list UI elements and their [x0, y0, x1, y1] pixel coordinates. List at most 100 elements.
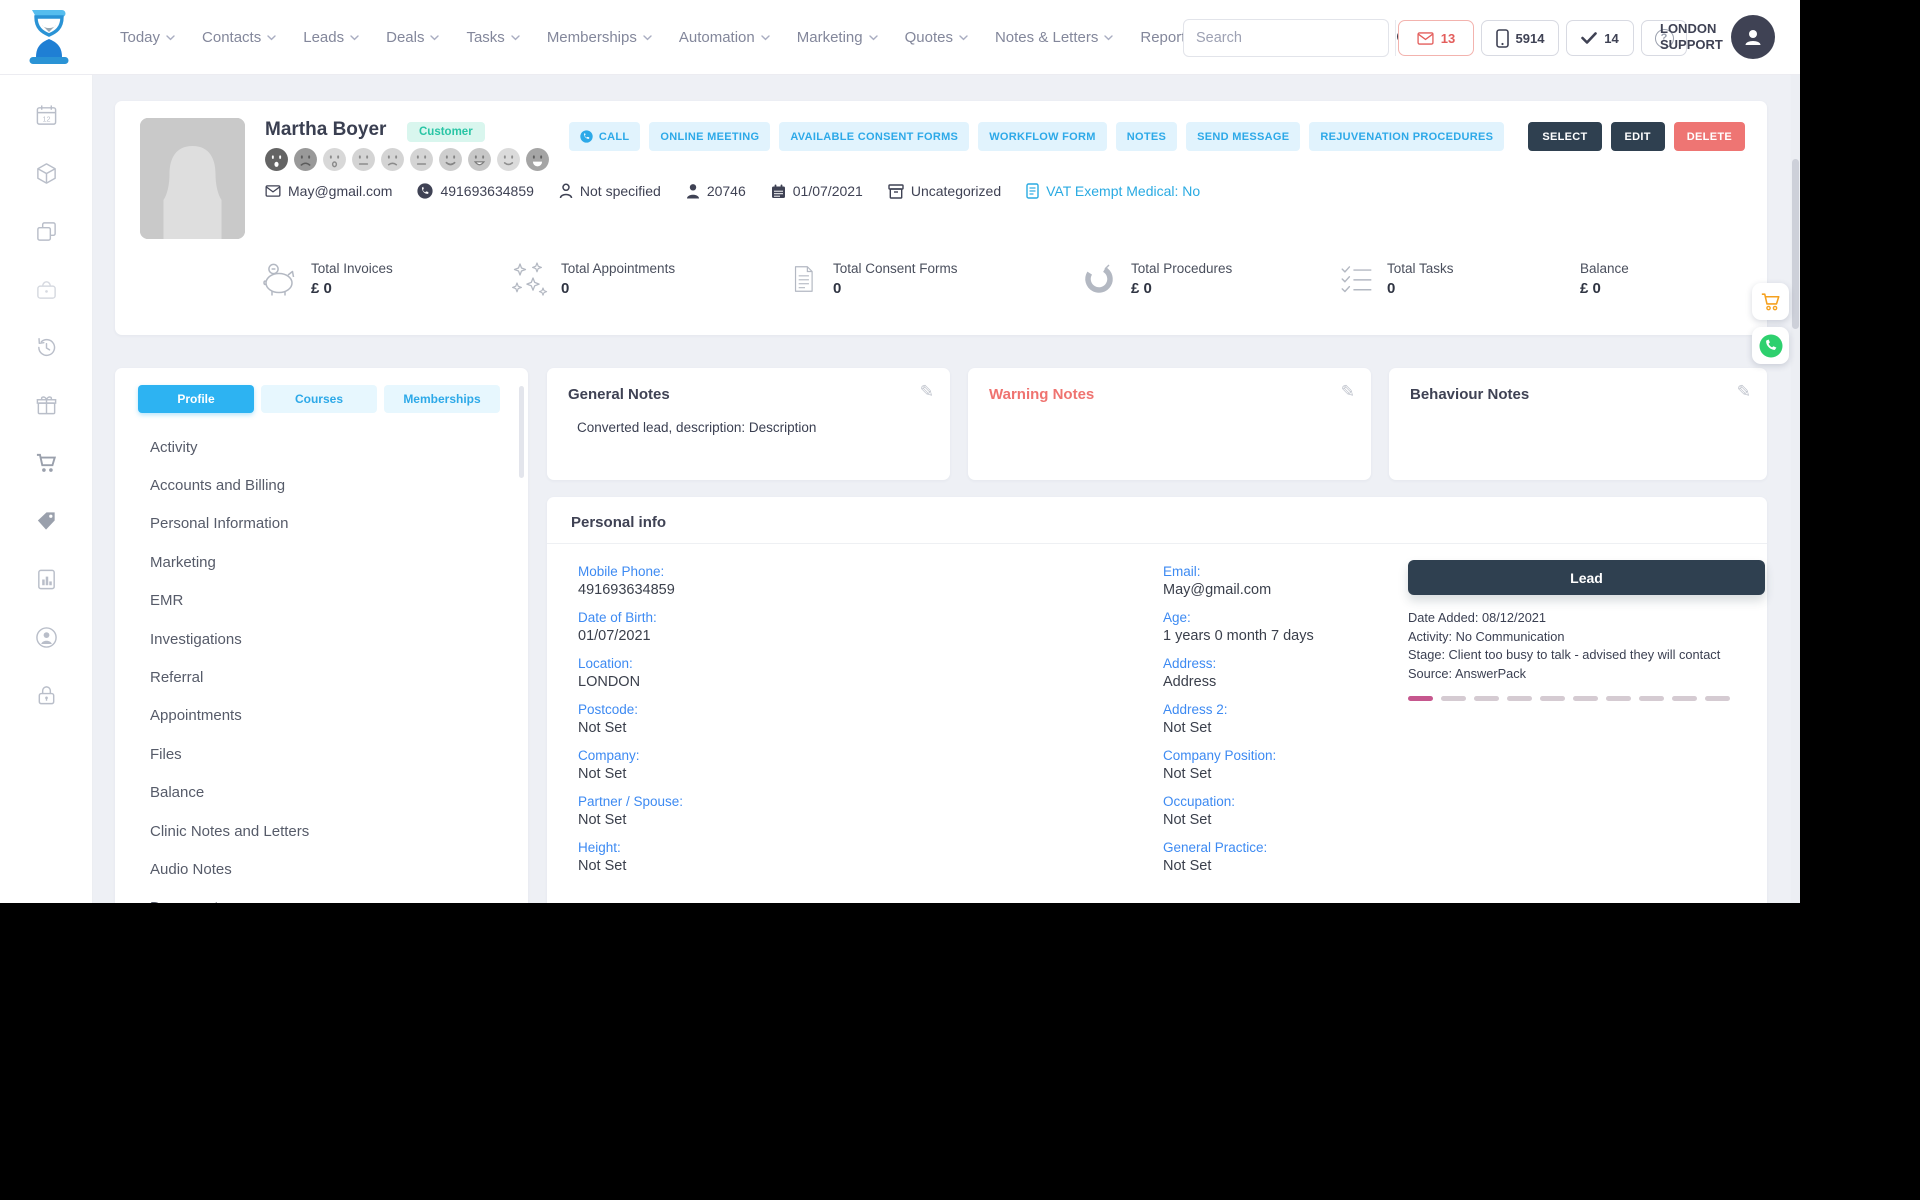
tab-courses[interactable]: Courses: [261, 385, 377, 413]
basket-icon[interactable]: [34, 277, 58, 301]
sidebar-item-balance[interactable]: Balance: [150, 774, 508, 812]
rejuvenation-procedures-button[interactable]: REJUVENATION PROCEDURES: [1309, 122, 1505, 151]
profile-header-card: Martha Boyer Customer May@gmail.com 4916…: [115, 101, 1767, 335]
delete-button[interactable]: DELETE: [1673, 122, 1745, 151]
edit-pencil-icon[interactable]: ✎: [1341, 382, 1355, 402]
stage-dash[interactable]: [1507, 696, 1532, 701]
edit-pencil-icon[interactable]: ✎: [1737, 382, 1751, 402]
lead-button[interactable]: Lead: [1408, 560, 1765, 595]
client-photo[interactable]: [140, 118, 245, 239]
calendar-icon[interactable]: 12: [34, 103, 58, 127]
cart-floating-button[interactable]: [1752, 283, 1789, 320]
nav-item-notes-letters[interactable]: Notes & Letters: [995, 29, 1114, 46]
whatsapp-floating-button[interactable]: [1752, 327, 1789, 364]
select-button[interactable]: SELECT: [1528, 122, 1602, 151]
page-scrollbar[interactable]: [1791, 75, 1800, 903]
stars-icon: [512, 262, 548, 296]
sidebar-item-accounts-billing[interactable]: Accounts and Billing: [150, 466, 508, 504]
mood-face-wailing[interactable]: [264, 147, 289, 172]
call-button[interactable]: CALL: [568, 122, 641, 151]
report-icon[interactable]: [34, 567, 58, 591]
field-partner-spouse: Partner / Spouse: Not Set: [578, 794, 684, 828]
stage-dash[interactable]: [1606, 696, 1631, 701]
stage-dash[interactable]: [1705, 696, 1730, 701]
sidebar-item-clinic-notes-letters[interactable]: Clinic Notes and Letters: [150, 812, 508, 850]
edit-button[interactable]: EDIT: [1610, 122, 1665, 151]
sidebar-item-emr[interactable]: EMR: [150, 582, 508, 620]
sidebar-item-activity[interactable]: Activity: [150, 428, 508, 466]
available-consent-forms-button[interactable]: AVAILABLE CONSENT FORMS: [779, 122, 970, 151]
sidebar-scrollbar[interactable]: [519, 386, 524, 478]
field-occupation: Occupation: Not Set: [1163, 794, 1236, 828]
mood-face-slight-frown[interactable]: [380, 147, 405, 172]
profile-sections-card: Profile Courses Memberships Activity Acc…: [115, 368, 528, 903]
copy-icon[interactable]: [34, 219, 58, 243]
user-avatar[interactable]: [1731, 15, 1775, 59]
mood-face-open-smile[interactable]: [467, 147, 492, 172]
sidebar-item-audio-notes[interactable]: Audio Notes: [150, 850, 508, 888]
stage-dash[interactable]: [1573, 696, 1598, 701]
history-icon[interactable]: [34, 335, 58, 359]
nav-item-tasks[interactable]: Tasks: [466, 29, 520, 46]
workflow-form-button[interactable]: WORKFLOW FORM: [978, 122, 1107, 151]
app-logo-icon[interactable]: [26, 8, 72, 66]
stage-dash[interactable]: [1474, 696, 1499, 701]
sidebar-item-personal-information[interactable]: Personal Information: [150, 505, 508, 543]
contact-date: 01/07/2021: [771, 183, 863, 199]
sidebar-item-referral[interactable]: Referral: [150, 658, 508, 696]
lock-icon[interactable]: [34, 683, 58, 707]
mood-face-sad[interactable]: [293, 147, 318, 172]
stage-dash[interactable]: [1408, 696, 1433, 701]
envelope-icon: [265, 185, 281, 197]
general-notes-title: General Notes: [568, 386, 670, 403]
package-icon[interactable]: [34, 161, 58, 185]
nav-item-contacts[interactable]: Contacts: [202, 29, 276, 46]
stage-dash[interactable]: [1672, 696, 1697, 701]
sidebar-item-documents[interactable]: Documents: [150, 889, 508, 903]
nav-item-deals[interactable]: Deals: [386, 29, 440, 46]
tag-icon[interactable]: [34, 509, 58, 533]
calendar-icon: [771, 184, 785, 198]
mood-face-slight-smile[interactable]: [438, 147, 463, 172]
sidebar-item-investigations[interactable]: Investigations: [150, 620, 508, 658]
sidebar-item-marketing[interactable]: Marketing: [150, 543, 508, 581]
stage-dash[interactable]: [1540, 696, 1565, 701]
tab-memberships[interactable]: Memberships: [384, 385, 500, 413]
lead-date-added: Date Added: 08/12/2021: [1408, 610, 1547, 625]
notes-button[interactable]: NOTES: [1115, 122, 1178, 151]
person-icon: [1745, 30, 1761, 45]
tasks-badge[interactable]: 14: [1566, 20, 1634, 56]
send-message-button[interactable]: SEND MESSAGE: [1186, 122, 1301, 151]
stage-dash[interactable]: [1441, 696, 1466, 701]
nav-item-automation[interactable]: Automation: [679, 29, 770, 46]
mood-face-frowning-open[interactable]: [322, 147, 347, 172]
document-icon: [1026, 183, 1039, 199]
nav-item-marketing[interactable]: Marketing: [797, 29, 878, 46]
personal-info-left-column: Mobile Phone: 491693634859 Date of Birth:…: [578, 563, 683, 885]
chevron-down-icon: [761, 35, 770, 41]
nav-item-leads[interactable]: Leads: [303, 29, 359, 46]
scrollbar-thumb[interactable]: [1792, 159, 1799, 329]
tab-profile[interactable]: Profile: [138, 385, 254, 413]
nav-item-today[interactable]: Today: [120, 29, 175, 46]
sidebar-item-files[interactable]: Files: [150, 735, 508, 773]
mood-face-neutral[interactable]: [351, 147, 376, 172]
messages-badge[interactable]: 13: [1398, 20, 1474, 56]
stage-dash[interactable]: [1639, 696, 1664, 701]
field-height: Height: Not Set: [578, 840, 627, 874]
sidebar-item-appointments[interactable]: Appointments: [150, 697, 508, 735]
mood-face-grinning[interactable]: [525, 147, 550, 172]
gift-icon[interactable]: [34, 393, 58, 417]
nav-item-quotes[interactable]: Quotes: [905, 29, 968, 46]
user-circle-icon[interactable]: [34, 625, 58, 649]
edit-pencil-icon[interactable]: ✎: [920, 382, 934, 402]
mood-face-smile[interactable]: [496, 147, 521, 172]
contact-vat: VAT Exempt Medical: No: [1026, 183, 1200, 199]
sms-badge[interactable]: 5914: [1481, 20, 1559, 56]
cart-icon[interactable]: [34, 451, 58, 475]
mood-face-neutral-2[interactable]: [409, 147, 434, 172]
nav-item-memberships[interactable]: Memberships: [547, 29, 652, 46]
lead-activity: Activity: No Communication: [1408, 628, 1565, 644]
search-input[interactable]: [1184, 30, 1395, 46]
online-meeting-button[interactable]: ONLINE MEETING: [649, 122, 771, 151]
